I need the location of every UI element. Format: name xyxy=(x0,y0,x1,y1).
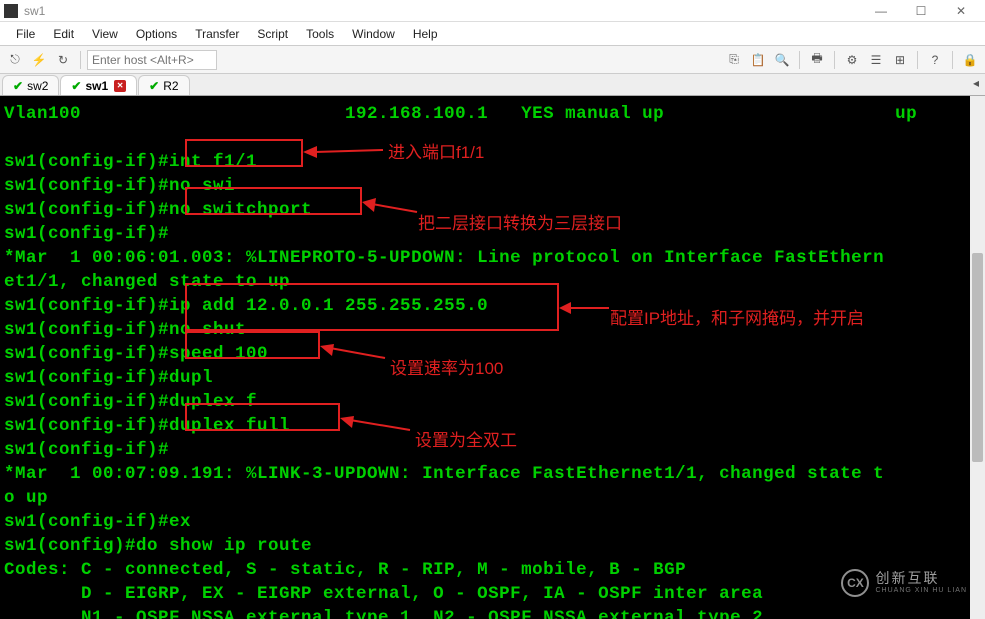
watermark-text-cn: 创新互联 xyxy=(875,573,967,587)
app-icon xyxy=(4,4,18,18)
tab-label: sw1 xyxy=(85,79,108,93)
separator xyxy=(80,51,81,69)
window-title: sw1 xyxy=(24,4,861,18)
menu-file[interactable]: File xyxy=(8,25,43,43)
tab-scroll-left-icon[interactable]: ◂ xyxy=(973,76,979,90)
menu-edit[interactable]: Edit xyxy=(45,25,82,43)
lock-icon[interactable]: 🔒 xyxy=(959,49,981,71)
quick-connect-icon[interactable]: ⚡ xyxy=(28,49,50,71)
terminal-wrap: Vlan100 192.168.100.1 YES manual up up s… xyxy=(0,96,985,619)
maximize-button[interactable]: ☐ xyxy=(901,0,941,22)
copy-icon[interactable]: ⎘ xyxy=(723,49,745,71)
toolbar: ⎋ ⚡ ↻ ⎘ 📋 🔍 🖶 ⚙ ☰ ⊞ ? 🔒 xyxy=(0,46,985,74)
separator xyxy=(799,51,800,69)
scrollbar[interactable] xyxy=(970,96,985,619)
check-icon: ✔ xyxy=(71,79,81,93)
close-button[interactable]: ✕ xyxy=(941,0,981,22)
watermark-logo-icon: CX xyxy=(841,569,869,597)
session-icon[interactable]: ☰ xyxy=(865,49,887,71)
menu-help[interactable]: Help xyxy=(405,25,446,43)
terminal-output[interactable]: Vlan100 192.168.100.1 YES manual up up s… xyxy=(0,96,970,619)
check-icon: ✔ xyxy=(13,79,23,93)
help-icon[interactable]: ? xyxy=(924,49,946,71)
menu-tools[interactable]: Tools xyxy=(298,25,342,43)
tab-sw1[interactable]: ✔ sw1 ✕ xyxy=(60,75,137,95)
print-icon[interactable]: 🖶 xyxy=(806,49,828,71)
separator xyxy=(917,51,918,69)
menu-window[interactable]: Window xyxy=(344,25,403,43)
menu-transfer[interactable]: Transfer xyxy=(187,25,247,43)
host-input[interactable] xyxy=(87,50,217,70)
titlebar: sw1 — ☐ ✕ xyxy=(0,0,985,22)
watermark-text-en: CHUANG XIN HU LIAN xyxy=(875,587,967,594)
menu-view[interactable]: View xyxy=(84,25,126,43)
toggle-icon[interactable]: ⊞ xyxy=(889,49,911,71)
tab-sw2[interactable]: ✔ sw2 xyxy=(2,75,59,95)
separator xyxy=(834,51,835,69)
menubar: File Edit View Options Transfer Script T… xyxy=(0,22,985,46)
tab-r2[interactable]: ✔ R2 xyxy=(138,75,189,95)
menu-script[interactable]: Script xyxy=(249,25,296,43)
check-icon: ✔ xyxy=(149,79,159,93)
tabbar: ✔ sw2 ✔ sw1 ✕ ✔ R2 ◂ xyxy=(0,74,985,96)
watermark: CX 创新互联 CHUANG XIN HU LIAN xyxy=(841,569,967,597)
separator xyxy=(952,51,953,69)
settings-icon[interactable]: ⚙ xyxy=(841,49,863,71)
reconnect-icon[interactable]: ↻ xyxy=(52,49,74,71)
tab-label: R2 xyxy=(163,79,178,93)
scrollbar-thumb[interactable] xyxy=(972,253,983,462)
minimize-button[interactable]: — xyxy=(861,0,901,22)
tab-close-icon[interactable]: ✕ xyxy=(114,80,126,92)
connect-icon[interactable]: ⎋ xyxy=(4,49,26,71)
tab-label: sw2 xyxy=(27,79,48,93)
find-icon[interactable]: 🔍 xyxy=(771,49,793,71)
paste-icon[interactable]: 📋 xyxy=(747,49,769,71)
menu-options[interactable]: Options xyxy=(128,25,185,43)
